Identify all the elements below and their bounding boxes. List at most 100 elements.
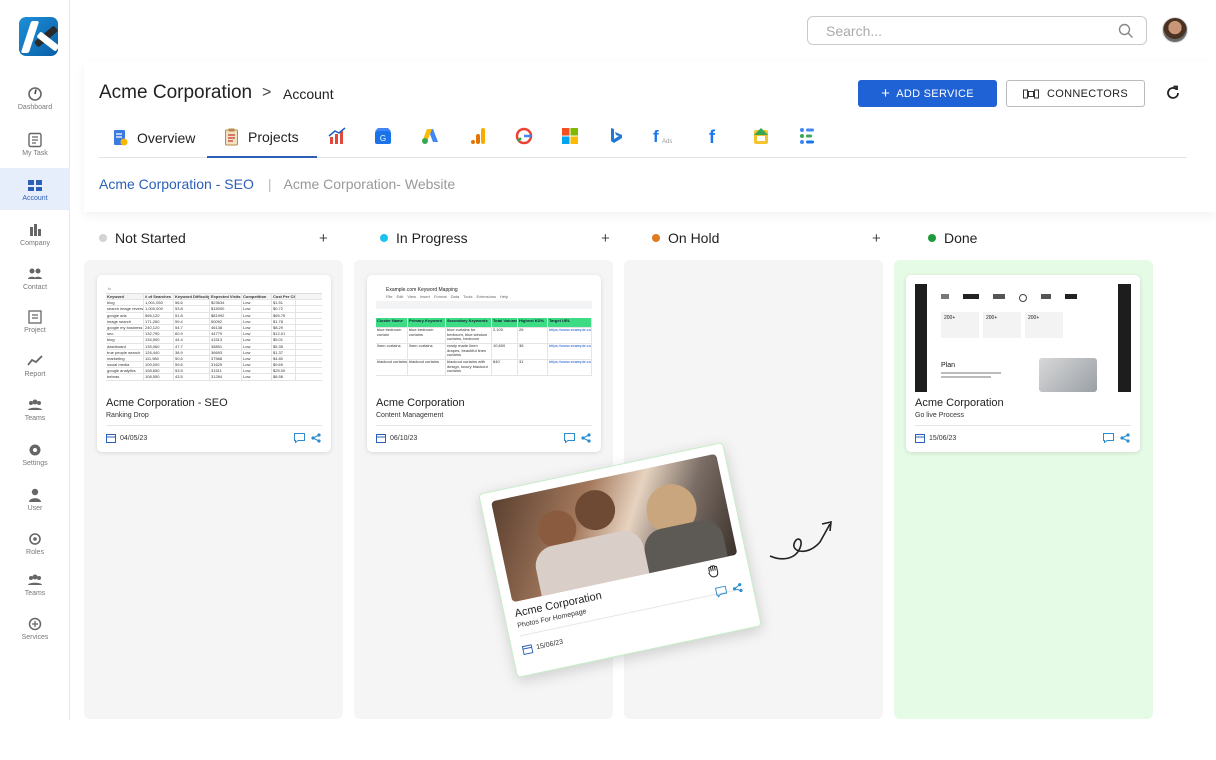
sidebar-item-project[interactable]: Project <box>0 307 70 349</box>
breadcrumb-company[interactable]: Acme Corporation <box>99 82 252 104</box>
sheet-cell: $4.80 <box>272 355 296 362</box>
avatar[interactable] <box>1162 17 1188 43</box>
microsoft-icon[interactable] <box>561 127 579 145</box>
sheet-cell: Primary Keyword <box>408 318 446 327</box>
sheet-cell: $23634 <box>210 300 242 306</box>
facebook-icon[interactable]: f <box>705 127 723 145</box>
breadcrumb-separator: > <box>262 84 272 101</box>
sheet-cell: 44.4 <box>174 337 210 343</box>
sheet-cell: google analytics <box>106 368 144 374</box>
analytics-icon[interactable] <box>328 127 346 145</box>
sidebar-item-company[interactable]: Company <box>0 220 70 262</box>
sheet-cell: 26 <box>518 328 548 343</box>
stat-boxes: 200+ 200+ 200+ <box>941 312 1063 338</box>
sidebar-item-dashboard[interactable]: Dashboard <box>0 84 70 126</box>
tab-overview[interactable]: Overview <box>113 117 195 158</box>
sidebar-item-label: My Task <box>22 150 48 157</box>
project-card-go-live[interactable]: 200+ 200+ 200+ Plan Acme Corporation Go … <box>906 275 1140 452</box>
sheet-cell: https://www.example.com/curtains/blue <box>548 328 592 343</box>
sidebar-item-teams-2[interactable]: Teams <box>0 570 70 612</box>
project-subtabs: Acme Corporation - SEO | Acme Corporation-… <box>99 176 455 192</box>
refresh-icon[interactable] <box>1164 84 1182 102</box>
facebook-ads-icon[interactable]: f Ads <box>652 127 678 145</box>
text-line <box>941 372 1001 374</box>
comment-icon[interactable] <box>294 433 305 443</box>
sidebar-item-services[interactable]: Services <box>0 614 70 656</box>
sheet-menu-item: Data <box>450 294 460 299</box>
sheet-cell: Keyword Difficulty <box>175 294 210 300</box>
share-icon[interactable] <box>731 582 743 594</box>
search-input[interactable] <box>824 17 1114 44</box>
add-service-button[interactable]: + ADD SERVICE <box>858 80 997 107</box>
sheet-cell: 1,001,050 <box>144 300 174 306</box>
project-card-seo[interactable]: fx Keyword # of Searches Keyword Difficult… <box>97 275 331 452</box>
sidebar-item-label: Roles <box>26 549 44 556</box>
spreadsheet-preview: fx Keyword # of Searches Keyword Difficult… <box>106 284 322 392</box>
bing-icon[interactable] <box>607 127 625 145</box>
add-card-button[interactable]: + <box>319 230 328 247</box>
sheet-title: Example.com Keyword Mapping <box>386 287 458 293</box>
google-ads-icon[interactable] <box>421 127 439 145</box>
logo-strip <box>941 294 1101 302</box>
sidebar-item-label: Settings <box>22 460 48 467</box>
google-analytics-icon[interactable] <box>469 127 487 145</box>
sheet-cell: 134,500 <box>144 337 174 343</box>
sheet-cell: https://www.example.com/curtains/linen <box>548 344 592 359</box>
comment-icon[interactable] <box>714 585 728 598</box>
subtab-divider: | <box>267 176 272 192</box>
sheet-cell: 60.9 <box>174 331 210 337</box>
comment-icon[interactable] <box>564 433 575 443</box>
subtab-seo[interactable]: Acme Corporation - SEO <box>99 176 254 192</box>
comment-icon[interactable] <box>1103 433 1114 443</box>
sheet-cell: 31625 <box>210 362 242 368</box>
google-my-business-icon[interactable]: G <box>374 127 392 145</box>
sheet-cell: Low <box>242 362 272 368</box>
contact-icon <box>28 268 42 279</box>
card-subtitle: Ranking Drop <box>106 412 149 419</box>
sheet-cell: Low <box>242 331 272 337</box>
sheet-cell: Target URL <box>548 318 592 327</box>
google-sheets-icon[interactable] <box>752 127 770 145</box>
share-icon[interactable] <box>311 433 321 443</box>
connectors-button[interactable]: CONNECTORS <box>1006 80 1145 107</box>
sheet-cell: google ads <box>106 312 144 318</box>
sidebar-item-my-task[interactable]: My Task <box>0 130 70 172</box>
sidebar-item-user[interactable]: User <box>0 485 70 527</box>
sidebar-item-settings[interactable]: Settings <box>0 440 70 482</box>
tab-bar: Overview Projects G f Ads f <box>99 117 1187 158</box>
sidebar-item-contact[interactable]: Contact <box>0 264 70 306</box>
sheet-cell: true people search <box>106 349 144 355</box>
sidebar-item-roles[interactable]: Roles <box>0 529 70 571</box>
sidebar-item-teams[interactable]: Teams <box>0 395 70 437</box>
tab-projects[interactable]: Projects <box>207 117 317 158</box>
project-icon <box>28 310 42 324</box>
google-search-console-icon[interactable] <box>515 127 533 145</box>
tab-label: Projects <box>248 128 299 145</box>
card-divider <box>519 587 745 637</box>
sheet-cell: 56.6 <box>174 300 210 306</box>
add-card-button[interactable]: + <box>872 230 881 247</box>
sheet-cell: 41513 <box>210 337 242 343</box>
project-card-content[interactable]: Example.com Keyword Mapping File Edit View… <box>367 275 601 452</box>
sheet-cell: 54.7 <box>174 324 210 331</box>
sheet-cell: 126,440 <box>144 349 174 355</box>
google-data-studio-icon[interactable] <box>798 127 816 145</box>
sidebar-item-report[interactable]: Report <box>0 351 70 393</box>
search-icon[interactable] <box>1118 23 1134 39</box>
sheet-cell: seo <box>106 331 144 337</box>
sheet-cell: blog <box>106 300 144 306</box>
app-logo[interactable] <box>19 17 58 56</box>
subtab-website[interactable]: Acme Corporation- Website <box>283 176 455 192</box>
header-panel: Acme Corporation > Account + ADD SERVICE… <box>84 62 1216 212</box>
share-icon[interactable] <box>1120 433 1130 443</box>
keyword-sheet-preview: Example.com Keyword Mapping File Edit View… <box>376 284 592 392</box>
table-row: blue bedroom curtain blue bedroom curtain… <box>376 328 592 344</box>
sheet-cell: 135,060 <box>144 343 174 349</box>
sheet-cell: 566,120 <box>144 312 174 318</box>
share-icon[interactable] <box>581 433 591 443</box>
sidebar-item-account[interactable]: Account <box>0 168 70 210</box>
status-dot <box>99 234 107 242</box>
add-card-button[interactable]: + <box>601 230 610 247</box>
connectors-icon <box>1022 89 1039 98</box>
calendar-icon <box>521 644 534 656</box>
